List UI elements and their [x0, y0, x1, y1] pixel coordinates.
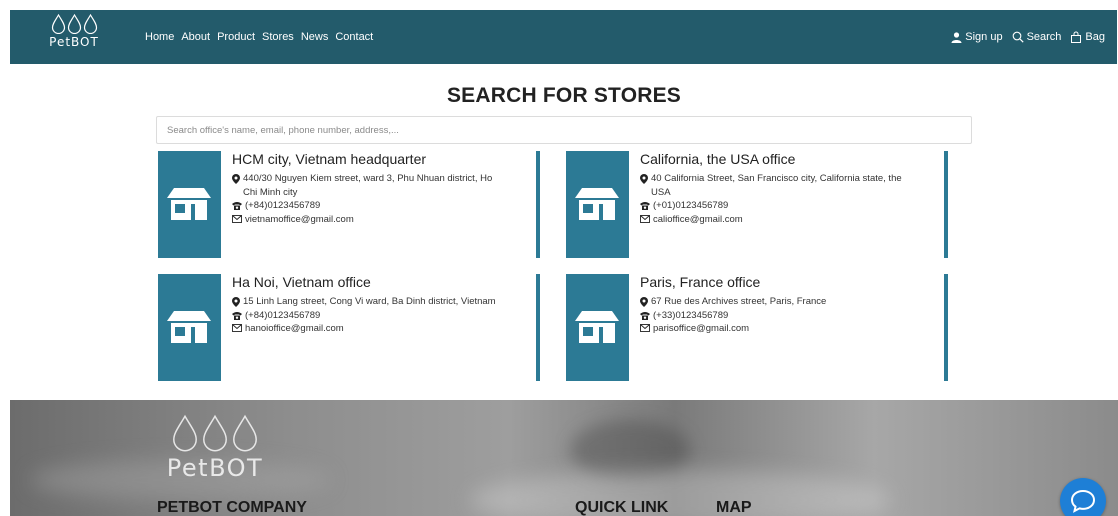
- nav-link-news[interactable]: News: [301, 31, 329, 43]
- map-marker-icon: [640, 174, 648, 184]
- map-marker-icon: [640, 297, 648, 307]
- store-address: 15 Linh Lang street, Cong Vi ward, Ba Di…: [243, 296, 496, 307]
- chat-button[interactable]: [1060, 478, 1106, 516]
- store-email[interactable]: hanoioffice@gmail.com: [245, 322, 344, 336]
- nav-link-stores[interactable]: Stores: [262, 31, 294, 43]
- phone-icon: [640, 311, 650, 320]
- main-nav: Home About Product Stores News Contact: [145, 10, 373, 64]
- store-email[interactable]: calioffice@gmail.com: [653, 213, 743, 227]
- signup-button[interactable]: Sign up: [951, 31, 1003, 43]
- footer-background-shape: [470, 470, 890, 516]
- store-name: Ha Noi, Vietnam office: [232, 274, 371, 290]
- store-icon: [167, 311, 211, 343]
- store-name: California, the USA office: [640, 151, 796, 167]
- user-icon: [951, 31, 962, 43]
- footer-brand-name: PetBOT: [166, 454, 264, 482]
- search-icon: [1012, 31, 1024, 43]
- nav-link-contact[interactable]: Contact: [335, 31, 373, 43]
- signup-label: Sign up: [965, 31, 1003, 43]
- store-name: Paris, France office: [640, 274, 761, 290]
- store-thumbnail: [566, 151, 629, 258]
- brand-name: PetBOT: [49, 35, 99, 49]
- store-email[interactable]: parisoffice@gmail.com: [653, 322, 749, 336]
- phone-icon: [640, 202, 650, 210]
- top-navbar: PetBOT Home About Product Stores News Co…: [10, 10, 1117, 64]
- store-address: 40 California Street, San Francisco city…: [651, 173, 902, 198]
- store-thumbnail: [158, 274, 221, 381]
- store-address: 67 Rue des Archives street, Paris, Franc…: [651, 296, 827, 307]
- store-phone: (+01)0123456789: [653, 200, 729, 211]
- store-phone: (+33)0123456789: [653, 309, 729, 321]
- store-phone: (+84)0123456789: [245, 200, 321, 211]
- map-marker-icon: [232, 297, 240, 307]
- brand-logo[interactable]: PetBOT: [46, 14, 102, 60]
- envelope-icon: [640, 324, 650, 332]
- store-card-hanoi[interactable]: Ha Noi, Vietnam office 15 Linh Lang stre…: [158, 274, 540, 381]
- phone-icon: [232, 311, 242, 320]
- store-icon: [575, 311, 619, 343]
- search-button[interactable]: Search: [1012, 31, 1062, 43]
- bag-icon: [1071, 31, 1082, 43]
- store-card-hcm[interactable]: HCM city, Vietnam headquarter 440/30 Ngu…: [158, 151, 540, 258]
- nav-link-home[interactable]: Home: [145, 31, 174, 43]
- bag-button[interactable]: Bag: [1070, 31, 1105, 43]
- logo-drops-icon: [171, 414, 259, 452]
- store-icon: [575, 188, 619, 220]
- envelope-icon: [232, 324, 242, 332]
- store-thumbnail: [158, 151, 221, 258]
- store-email[interactable]: vietnamoffice@gmail.com: [245, 213, 354, 227]
- bag-label: Bag: [1085, 31, 1105, 43]
- nav-link-about[interactable]: About: [181, 31, 210, 43]
- envelope-icon: [640, 214, 650, 223]
- footer-company-heading: PETBOT COMPANY: [157, 499, 307, 516]
- phone-icon: [232, 202, 242, 210]
- chat-icon: [1070, 489, 1096, 513]
- store-search-input[interactable]: [156, 116, 972, 144]
- envelope-icon: [232, 214, 242, 223]
- store-address: 440/30 Nguyen Kiem street, ward 3, Phu N…: [243, 173, 493, 198]
- nav-link-product[interactable]: Product: [217, 31, 255, 43]
- footer-quick-link-heading: QUICK LINK: [575, 499, 669, 516]
- page-title: SEARCH FOR STORES: [446, 84, 682, 107]
- store-phone: (+84)0123456789: [245, 309, 321, 321]
- footer-map-heading: MAP: [716, 499, 752, 516]
- store-icon: [167, 188, 211, 220]
- site-footer: PetBOT PETBOT COMPANY QUICK LINK MAP: [10, 400, 1118, 516]
- store-card-paris[interactable]: Paris, France office 67 Rue des Archives…: [566, 274, 948, 381]
- store-card-california[interactable]: California, the USA office 40 California…: [566, 151, 948, 258]
- store-thumbnail: [566, 274, 629, 381]
- logo-drops-icon: [51, 14, 98, 34]
- search-label: Search: [1026, 31, 1062, 43]
- footer-logo: PetBOT: [160, 414, 270, 494]
- map-marker-icon: [232, 174, 240, 184]
- nav-actions: Sign up Search Bag: [951, 10, 1105, 64]
- store-name: HCM city, Vietnam headquarter: [232, 151, 427, 167]
